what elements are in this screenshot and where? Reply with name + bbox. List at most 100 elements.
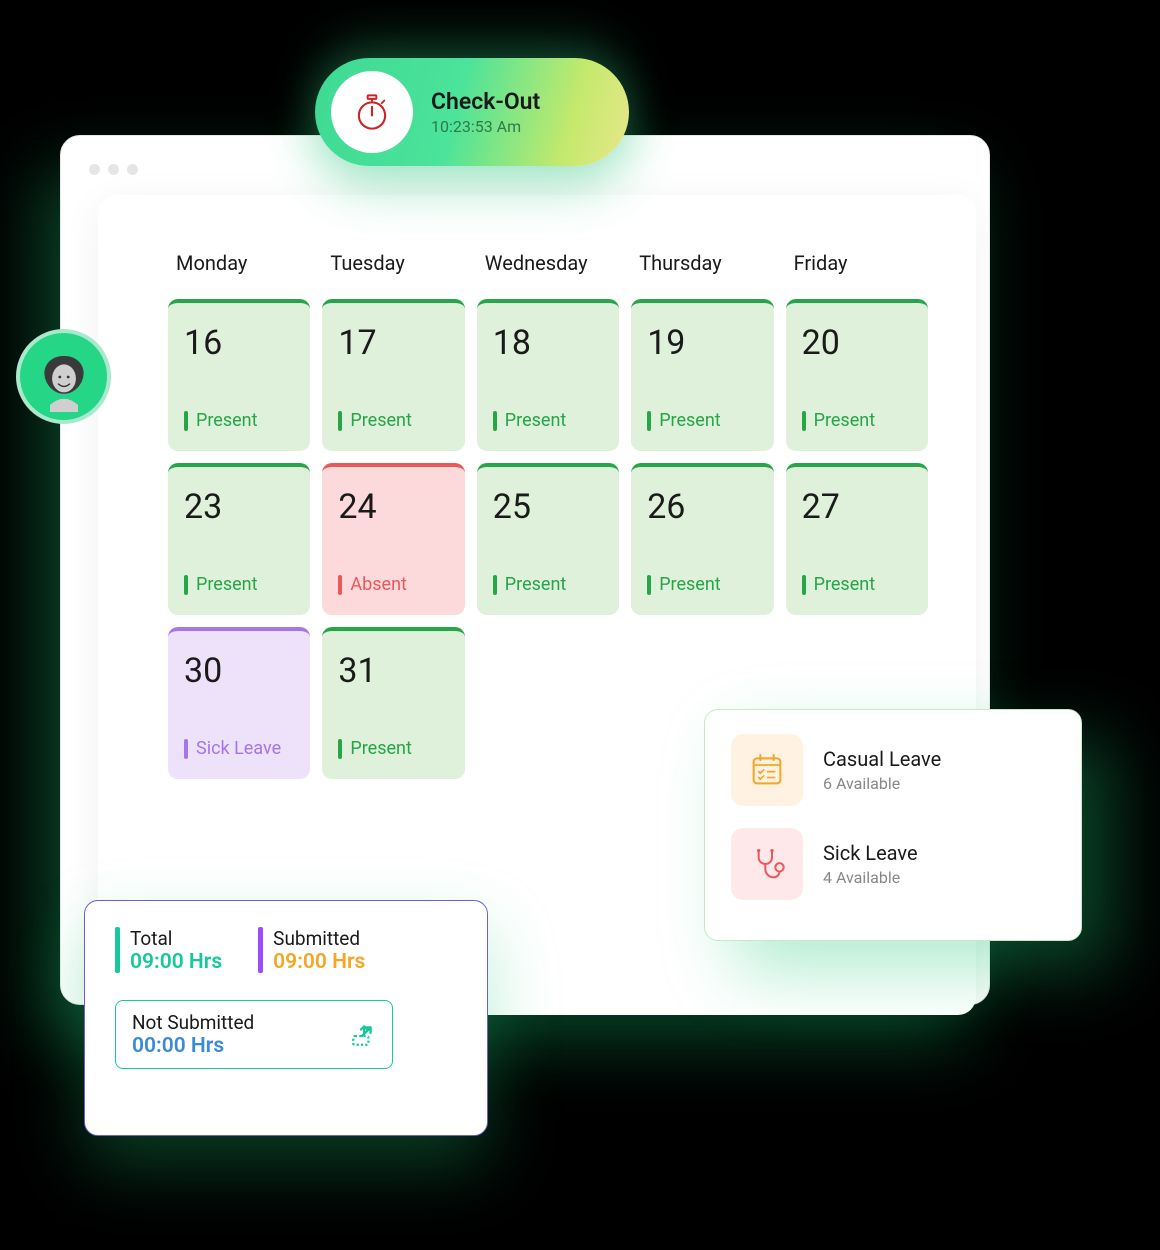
not-submitted-value: 00:00 Hrs — [132, 1034, 254, 1058]
day-status: Present — [647, 410, 757, 431]
status-accent-bar — [184, 739, 188, 759]
status-accent-bar — [338, 575, 342, 595]
calendar-day-cell[interactable]: 27 Present — [786, 463, 928, 615]
total-hours-item: Total 09:00 Hrs — [115, 927, 222, 974]
calendar-checklist-icon — [731, 734, 803, 806]
check-out-time: 10:23:53 Am — [431, 117, 540, 136]
status-accent-bar — [802, 411, 806, 431]
sick-leave-title: Sick Leave — [823, 841, 918, 865]
status-accent-bar — [647, 575, 651, 595]
status-accent-bar — [802, 575, 806, 595]
status-accent-bar — [184, 411, 188, 431]
day-status: Present — [493, 410, 603, 431]
submitted-label: Submitted — [273, 927, 365, 950]
submitted-value: 09:00 Hrs — [273, 950, 365, 974]
day-number: 24 — [338, 487, 448, 527]
status-accent-bar — [493, 575, 497, 595]
export-icon — [350, 1022, 376, 1048]
avatar-face-icon — [29, 342, 99, 412]
calendar-day-cell[interactable]: 20 Present — [786, 299, 928, 451]
status-accent-bar — [184, 575, 188, 595]
day-number: 31 — [338, 651, 448, 691]
casual-leave-title: Casual Leave — [823, 747, 941, 771]
calendar-day-cell[interactable]: 26 Present — [631, 463, 773, 615]
day-status: Absent — [338, 574, 448, 595]
status-accent-bar — [493, 411, 497, 431]
sick-leave-text: Sick Leave 4 Available — [823, 841, 918, 887]
check-out-title: Check-Out — [431, 88, 540, 115]
status-text: Present — [196, 574, 258, 595]
calendar-days-header: Monday Tuesday Wednesday Thursday Friday — [168, 251, 928, 275]
hours-summary-card: Total 09:00 Hrs Submitted 09:00 Hrs Not … — [84, 900, 488, 1136]
day-label-monday: Monday — [168, 251, 310, 275]
calendar-day-cell[interactable]: 19Present — [631, 299, 773, 451]
stopwatch-icon — [331, 71, 413, 153]
check-out-text: Check-Out 10:23:53 Am — [431, 88, 540, 136]
day-number: 30 — [184, 651, 294, 691]
avatar[interactable] — [16, 329, 111, 424]
window-dot — [108, 164, 119, 175]
day-status: Present — [338, 738, 448, 759]
window-dot — [89, 164, 100, 175]
calendar-day-cell[interactable]: 18 Present — [477, 299, 619, 451]
day-status: Present — [647, 574, 757, 595]
casual-leave-text: Casual Leave 6 Available — [823, 747, 941, 793]
status-text: Present — [505, 410, 567, 431]
day-number: 27 — [802, 487, 912, 527]
day-status: Present — [338, 410, 448, 431]
day-number: 17 — [338, 323, 448, 363]
day-number: 26 — [647, 487, 757, 527]
status-text: Sick Leave — [196, 738, 281, 759]
calendar-day-cell[interactable]: 25 Present — [477, 463, 619, 615]
day-label-tuesday: Tuesday — [322, 251, 464, 275]
accent-bar — [115, 927, 120, 973]
status-text: Absent — [350, 574, 407, 595]
day-label-thursday: Thursday — [631, 251, 773, 275]
day-number: 25 — [493, 487, 603, 527]
status-text: Present — [196, 410, 258, 431]
status-text: Present — [350, 738, 412, 759]
day-number: 23 — [184, 487, 294, 527]
day-label-wednesday: Wednesday — [477, 251, 619, 275]
status-accent-bar — [647, 411, 651, 431]
sick-leave-row[interactable]: Sick Leave 4 Available — [731, 828, 1055, 900]
calendar-day-cell[interactable]: 31 Present — [322, 627, 464, 779]
accent-bar — [258, 927, 263, 973]
check-out-button[interactable]: Check-Out 10:23:53 Am — [315, 58, 629, 166]
status-text: Present — [659, 410, 721, 431]
status-accent-bar — [338, 739, 342, 759]
total-label: Total — [130, 927, 222, 950]
casual-leave-row[interactable]: Casual Leave 6 Available — [731, 734, 1055, 806]
calendar-grid: 16Present17Present18Present19Present20Pr… — [168, 299, 928, 779]
status-text: Present — [814, 574, 876, 595]
not-submitted-button[interactable]: Not Submitted 00:00 Hrs — [115, 1000, 393, 1069]
day-status: Present — [802, 574, 912, 595]
calendar-day-cell[interactable]: 17 Present — [322, 299, 464, 451]
casual-leave-sub: 6 Available — [823, 774, 941, 793]
calendar-day-cell[interactable]: 23 Present — [168, 463, 310, 615]
hours-row: Total 09:00 Hrs Submitted 09:00 Hrs — [115, 927, 457, 974]
day-status: Present — [184, 410, 294, 431]
calendar-day-cell[interactable]: 16 Present — [168, 299, 310, 451]
day-number: 18 — [493, 323, 603, 363]
window-dots — [89, 164, 138, 175]
status-accent-bar — [338, 411, 342, 431]
window-dot — [127, 164, 138, 175]
day-label-friday: Friday — [786, 251, 928, 275]
day-status: Present — [802, 410, 912, 431]
day-status: Sick Leave — [184, 738, 294, 759]
total-value: 09:00 Hrs — [130, 950, 222, 974]
leave-balance-card: Casual Leave 6 Available Sick Leave 4 Av… — [704, 709, 1082, 941]
day-number: 16 — [184, 323, 294, 363]
submitted-hours-item: Submitted 09:00 Hrs — [258, 927, 365, 974]
status-text: Present — [505, 574, 567, 595]
status-text: Present — [659, 574, 721, 595]
status-text: Present — [814, 410, 876, 431]
day-number: 20 — [802, 323, 912, 363]
calendar-day-cell[interactable]: 30 Sick Leave — [168, 627, 310, 779]
sick-leave-sub: 4 Available — [823, 868, 918, 887]
stethoscope-icon — [731, 828, 803, 900]
calendar-day-cell[interactable]: 24 Absent — [322, 463, 464, 615]
day-status: Present — [184, 574, 294, 595]
status-text: Present — [350, 410, 412, 431]
